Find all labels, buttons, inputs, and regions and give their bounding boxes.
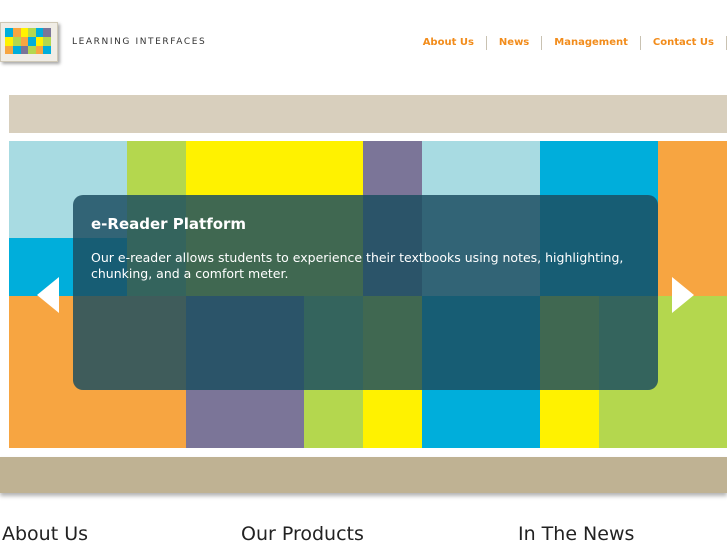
nav-about-us[interactable]: About Us [411,36,487,50]
hero-slider[interactable]: e-Reader Platform Our e-reader allows st… [9,141,727,448]
top-decorative-band [9,95,727,133]
arrow-right-icon[interactable] [672,277,694,313]
nav-management[interactable]: Management [542,36,641,50]
arrow-left-icon[interactable] [37,277,59,313]
slide-description: Our e-reader allows students to experien… [91,250,624,281]
site-header: LEARNING INTERFACES About Us News Manage… [0,0,727,90]
logo[interactable] [0,22,58,62]
nav-news[interactable]: News [487,36,543,50]
nav-contact-us[interactable]: Contact Us [641,36,727,50]
section-heading-in-the-news[interactable]: In The News [518,523,634,545]
section-heading-about-us[interactable]: About Us [2,523,88,545]
brand-name: LEARNING INTERFACES [72,37,207,47]
logo-mosaic-icon [5,28,51,54]
slide-caption: e-Reader Platform Our e-reader allows st… [73,195,658,390]
top-nav: About Us News Management Contact Us [411,36,727,50]
bottom-decorative-band [0,457,727,493]
section-heading-our-products[interactable]: Our Products [241,523,364,545]
slide-title: e-Reader Platform [91,215,247,233]
